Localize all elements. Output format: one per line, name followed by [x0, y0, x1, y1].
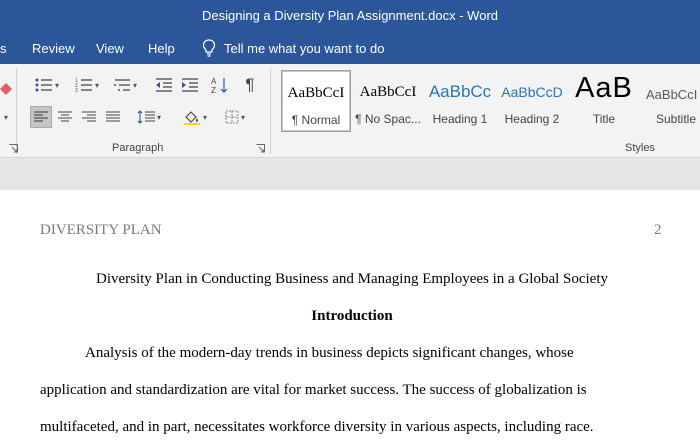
document-title: Diversity Plan in Conducting Business an…	[95, 271, 609, 287]
window-title: Designing a Diversity Plan Assignment.do…	[202, 8, 498, 23]
paragraph-line: multifaceted, and in part, necessitates …	[40, 419, 594, 435]
title-bar: Designing a Diversity Plan Assignment.do…	[0, 0, 700, 32]
borders-button[interactable]: ▾	[218, 106, 252, 128]
document-page[interactable]: DIVERSITY PLAN 2 Diversity Plan in Condu…	[0, 190, 700, 443]
style-sample: AaBbCcD	[501, 84, 563, 100]
style-heading-1[interactable]: AaBbCc Heading 1	[425, 70, 495, 132]
chevron-down-icon[interactable]: ▾	[0, 106, 10, 128]
style-name: Heading 1	[432, 112, 488, 126]
justify-icon	[106, 111, 120, 122]
style-name: Title	[592, 112, 616, 126]
decrease-indent-icon	[156, 78, 172, 92]
style-sample: AaB	[575, 72, 633, 104]
style-subtitle[interactable]: AaBbCcI Subtitle	[641, 70, 700, 132]
tell-me-search[interactable]: Tell me what you want to do	[202, 39, 384, 57]
align-center-button[interactable]	[54, 106, 76, 128]
tab-partial[interactable]: s	[0, 41, 7, 56]
style-normal[interactable]: AaBbCcI ¶ Normal	[281, 70, 351, 132]
borders-icon	[225, 110, 239, 124]
align-center-icon	[58, 111, 72, 122]
tab-review[interactable]: Review	[32, 41, 75, 56]
ribbon: ▾ ▾ 1 2 3 ▾ ▾ A Z ¶ ▾ ▾ ▾ Paragraph AaBb…	[0, 64, 700, 158]
sort-button[interactable]: A Z	[208, 74, 232, 96]
style-name: ¶ No Spac...	[355, 112, 421, 126]
style-sample: AaBbCcI	[646, 87, 698, 102]
decrease-indent-button[interactable]	[152, 74, 176, 96]
paragraph-line: application and standardization are vita…	[40, 382, 587, 398]
style-title[interactable]: AaB Title	[569, 70, 639, 132]
style-heading-2[interactable]: AaBbCcD Heading 2	[497, 70, 567, 132]
styles-group-label: Styles	[625, 142, 655, 154]
shading-button[interactable]: ▾	[178, 106, 212, 128]
justify-button[interactable]	[102, 106, 124, 128]
increase-indent-icon	[182, 78, 198, 92]
clear-formatting-icon[interactable]	[0, 76, 12, 98]
sort-icon: A Z	[211, 77, 228, 94]
section-heading: Introduction	[311, 308, 393, 324]
tab-help[interactable]: Help	[148, 41, 175, 56]
svg-text:Z: Z	[211, 86, 216, 94]
style-name: ¶ Normal	[291, 113, 341, 127]
paint-bucket-icon	[183, 111, 200, 125]
style-sample: AaBbCcI	[287, 85, 345, 101]
style-no-spacing[interactable]: AaBbCcI ¶ No Spac...	[353, 70, 423, 132]
paragraph-dialog-launcher-icon[interactable]	[256, 144, 265, 153]
running-header: DIVERSITY PLAN	[40, 222, 162, 238]
style-name: Heading 2	[504, 112, 560, 126]
pilcrow-icon: ¶	[245, 75, 255, 94]
bullets-button[interactable]: ▾	[30, 74, 64, 96]
page-number: 2	[654, 222, 662, 238]
line-spacing-icon	[137, 110, 155, 124]
multilevel-list-button[interactable]: ▾	[108, 74, 142, 96]
ribbon-tabs: s Review View Help Tell me what you want…	[0, 32, 700, 64]
multilevel-list-icon	[113, 79, 130, 91]
line-spacing-button[interactable]: ▾	[132, 106, 166, 128]
paragraph-line: Analysis of the modern-day trends in bus…	[85, 345, 574, 361]
style-sample: AaBbCc	[428, 82, 492, 101]
lightbulb-icon	[202, 39, 216, 57]
svg-text:A: A	[211, 77, 217, 86]
align-left-icon	[34, 111, 48, 122]
numbering-button[interactable]: 1 2 3 ▾	[70, 74, 104, 96]
style-sample: AaBbCcI	[359, 84, 417, 100]
paragraph-group-label: Paragraph	[112, 142, 164, 154]
align-right-button[interactable]	[78, 106, 100, 128]
ruler-area	[0, 158, 700, 190]
tab-view[interactable]: View	[96, 41, 124, 56]
show-marks-button[interactable]: ¶	[238, 74, 262, 96]
group-divider	[16, 68, 17, 154]
align-right-icon	[82, 111, 96, 122]
bullets-icon	[35, 78, 52, 92]
svg-text:3: 3	[75, 88, 78, 93]
numbering-icon: 1 2 3	[75, 78, 92, 93]
increase-indent-button[interactable]	[178, 74, 202, 96]
style-name: Subtitle	[656, 112, 697, 126]
group-divider	[270, 68, 271, 154]
tell-me-text: Tell me what you want to do	[224, 40, 385, 56]
dialog-launcher-icon[interactable]	[9, 144, 18, 153]
align-left-button[interactable]	[30, 106, 52, 128]
